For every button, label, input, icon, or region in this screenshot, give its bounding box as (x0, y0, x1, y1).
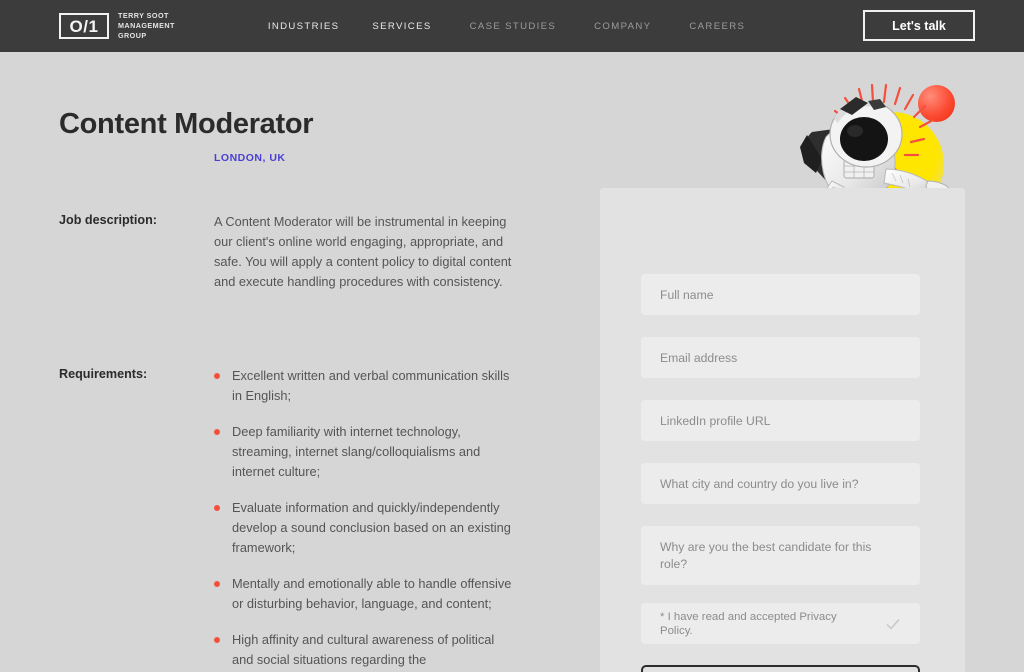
logo-line-3: Group (118, 31, 147, 41)
nav-item-industries[interactable]: Industries (268, 15, 340, 38)
list-item: Evaluate information and quickly/indepen… (214, 498, 519, 558)
full-name-input[interactable] (641, 274, 920, 315)
logo-mark: O/1 (59, 13, 109, 39)
logo-line-1: Terry Soot (118, 10, 169, 20)
list-item: High affinity and cultural awareness of … (214, 630, 519, 670)
requirements-label: Requirements: (59, 367, 148, 381)
job-location-link[interactable]: LONDON, UK (214, 152, 286, 164)
nav-item-case-studies[interactable]: Case Studies (470, 15, 557, 38)
logo[interactable]: O/1 Terry Soot Management Group (59, 11, 175, 42)
nav-item-company[interactable]: Company (594, 15, 651, 38)
job-description-text: A Content Moderator will be instrumental… (214, 214, 512, 289)
nav-item-careers[interactable]: Careers (689, 15, 745, 38)
application-form-panel: * I have read and accepted Privacy Polic… (600, 188, 965, 672)
job-description-label: Job description: (59, 213, 157, 227)
main-navigation: Industries Services Case Studies Company… (268, 15, 745, 38)
apply-here-button[interactable]: Apply here (641, 665, 920, 672)
lets-talk-button[interactable]: Let's talk (863, 10, 975, 41)
logo-line-2: Management (118, 20, 175, 30)
page-title: Content Moderator (59, 108, 314, 140)
list-item: Deep familiarity with internet technolog… (214, 422, 519, 482)
city-country-input[interactable] (641, 463, 920, 504)
logo-company-name: Terry Soot Management Group (118, 11, 175, 42)
requirements-list: Excellent written and verbal communicati… (214, 366, 519, 672)
site-header: O/1 Terry Soot Management Group Industri… (0, 0, 1024, 52)
list-item: Mentally and emotionally able to handle … (214, 574, 519, 614)
privacy-policy-label: * I have read and accepted Privacy Polic… (660, 610, 837, 637)
nav-item-services[interactable]: Services (372, 15, 431, 38)
requirements-section: Requirements: Excellent written and verb… (59, 366, 519, 672)
red-sphere (918, 85, 955, 122)
why-candidate-textarea[interactable] (641, 526, 920, 585)
linkedin-url-input[interactable] (641, 400, 920, 441)
privacy-policy-checkbox-row[interactable]: * I have read and accepted Privacy Polic… (641, 603, 920, 644)
job-description-section: Job description: A Content Moderator wil… (59, 212, 519, 292)
page-body: Content Moderator LONDON, UK Job descrip… (0, 52, 1024, 672)
check-icon (886, 618, 900, 630)
email-input[interactable] (641, 337, 920, 378)
list-item: Excellent written and verbal communicati… (214, 366, 519, 406)
